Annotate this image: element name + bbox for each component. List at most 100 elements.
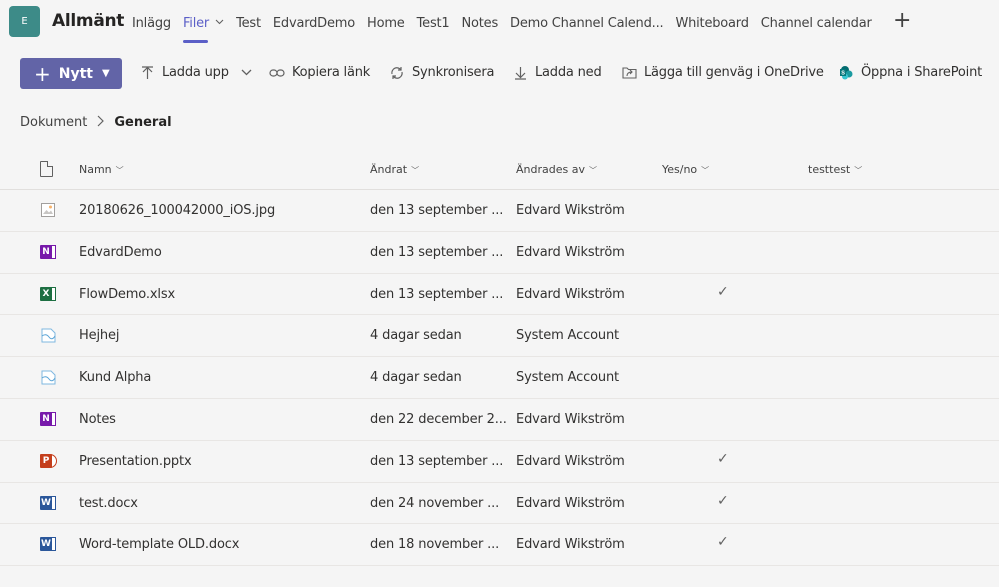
list-file-icon xyxy=(40,327,57,344)
column-header-modified-by[interactable]: Ändrades av ﹀ xyxy=(516,163,597,176)
table-row[interactable]: X FlowDemo.xlsx den 13 september ... Edvard… xyxy=(0,274,999,316)
modified-by: Edvard Wikström xyxy=(516,244,625,260)
breadcrumb-current: General xyxy=(114,115,172,130)
tab-demo-channel-calend[interactable]: Demo Channel Calend... xyxy=(504,0,669,46)
list-file-icon xyxy=(40,369,57,386)
add-tab-icon[interactable]: + xyxy=(893,10,911,32)
tab-label: Inlägg xyxy=(132,15,171,31)
modified-by: Edvard Wikström xyxy=(516,495,625,511)
tab-label: Whiteboard xyxy=(675,15,749,31)
checkmark-icon: ✓ xyxy=(717,492,729,509)
add-shortcut-button[interactable]: Lägga till genväg i OneDrive xyxy=(621,65,824,80)
file-list-header: Namn ﹀ Ändrat ﹀ Ändrades av ﹀ Yes/no ﹀ testt… xyxy=(0,148,999,190)
excel-icon: X xyxy=(40,286,57,303)
sync-icon xyxy=(389,66,405,80)
tab-edvarddemo[interactable]: EdvardDemo xyxy=(267,0,361,46)
sync-button[interactable]: Synkronisera xyxy=(389,65,494,80)
file-name[interactable]: Hejhej xyxy=(79,328,119,343)
tab-test[interactable]: Test xyxy=(230,0,267,46)
table-row[interactable]: N EdvardDemo den 13 september ... Edvard Wi… xyxy=(0,232,999,274)
download-label: Ladda ned xyxy=(535,65,602,80)
tab-inl-gg[interactable]: Inlägg xyxy=(126,0,177,46)
table-row[interactable]: W Word-template OLD.docx den 18 november .… xyxy=(0,524,999,567)
chevron-down-icon: ﹀ xyxy=(115,166,124,175)
file-name[interactable]: Kund Alpha xyxy=(79,370,151,385)
column-header-name[interactable]: Namn ﹀ xyxy=(79,163,124,176)
table-row[interactable]: Wtest.docx den 24 november ... Edvard Wiks… xyxy=(0,483,999,525)
download-icon xyxy=(512,66,528,80)
powerpoint-icon: P xyxy=(40,453,57,470)
file-name[interactable]: Notes xyxy=(79,412,116,427)
team-avatar[interactable]: E xyxy=(9,6,40,37)
file-name[interactable]: 20180626_100042000_iOS.jpg xyxy=(79,203,275,218)
tab-label: EdvardDemo xyxy=(272,15,356,31)
tab-whiteboard[interactable]: Whiteboard xyxy=(669,0,754,46)
tab-label: Demo Channel Calend... xyxy=(510,15,664,31)
modified-date: den 18 november ... xyxy=(370,537,500,553)
table-row[interactable]: P Presentation.pptx den 13 september ... Ed… xyxy=(0,441,999,483)
file-list: Namn ﹀ Ändrat ﹀ Ändrades av ﹀ Yes/no ﹀ testt… xyxy=(0,148,999,567)
channel-title: Allmänt xyxy=(52,11,125,31)
modified-date: den 24 november ... xyxy=(370,495,500,511)
modified-date: den 13 september ... xyxy=(370,286,504,302)
column-header-modified-by-label: Ändrades av xyxy=(516,163,585,176)
modified-date: 4 dagar sedan xyxy=(370,328,462,344)
column-header-testtest-label: testtest xyxy=(808,163,851,176)
download-button[interactable]: Ladda ned xyxy=(512,65,602,80)
modified-date: den 13 september ... xyxy=(370,244,504,260)
tab-label: Notes xyxy=(461,15,499,31)
file-name[interactable]: test.docx xyxy=(79,496,138,511)
column-header-name-label: Namn xyxy=(79,163,112,176)
copy-link-button[interactable]: Kopiera länk xyxy=(269,65,370,80)
table-row[interactable]: Kund Alpha 4 dagar sedan System Account xyxy=(0,357,999,399)
column-header-yes-no[interactable]: Yes/no ﹀ xyxy=(662,163,709,176)
column-header-modified-label: Ändrat xyxy=(370,163,408,176)
chevron-down-icon[interactable] xyxy=(215,18,224,28)
modified-by: Edvard Wikström xyxy=(516,411,625,427)
chevron-down-icon: ﹀ xyxy=(588,166,597,175)
command-bar: + Nytt ▼ Ladda upp Kopiera länk Synkroni… xyxy=(0,56,999,92)
file-name[interactable]: EdvardDemo xyxy=(79,245,162,260)
tab-label: Test xyxy=(236,15,261,31)
upload-button[interactable]: Ladda upp xyxy=(139,65,252,80)
tab-home[interactable]: Home xyxy=(361,0,411,46)
modified-date: den 13 september ... xyxy=(370,203,504,218)
tab-filer[interactable]: Filer xyxy=(177,0,230,46)
table-row[interactable]: 20180626_100042000_iOS.jpg den 13 septemb… xyxy=(0,190,999,232)
tab-notes[interactable]: Notes xyxy=(455,0,504,46)
modified-by: Edvard Wikström xyxy=(516,286,625,302)
tab-channel-calendar[interactable]: Channel calendar xyxy=(755,0,878,46)
file-name[interactable]: Presentation.pptx xyxy=(79,454,192,469)
breadcrumb-root[interactable]: Dokument xyxy=(20,115,87,130)
copy-link-label: Kopiera länk xyxy=(292,65,371,80)
column-header-yes-no-label: Yes/no xyxy=(662,163,698,176)
new-button-label: Nytt xyxy=(58,65,93,82)
column-header-testtest[interactable]: testtest ﹀ xyxy=(808,163,862,176)
new-button[interactable]: + Nytt ▼ xyxy=(20,58,122,89)
tab-test1[interactable]: Test1 xyxy=(411,0,456,46)
chevron-down-icon: ﹀ xyxy=(411,166,420,175)
link-icon xyxy=(269,66,285,80)
column-header-modified[interactable]: Ändrat ﹀ xyxy=(370,163,419,176)
tab-label: Test1 xyxy=(416,15,450,31)
image-file-icon xyxy=(40,202,57,219)
tab-label: Filer xyxy=(182,15,210,31)
plus-icon: + xyxy=(34,61,51,86)
file-type-icon[interactable] xyxy=(40,161,53,177)
onenote-icon: N xyxy=(40,244,57,261)
checkmark-icon: ✓ xyxy=(717,450,729,467)
chevron-down-icon: ▼ xyxy=(102,68,110,79)
modified-date: den 22 december 2... xyxy=(370,411,507,427)
file-rows: 20180626_100042000_iOS.jpgden 13 septemb… xyxy=(0,190,999,567)
file-name[interactable]: Word-template OLD.docx xyxy=(79,537,239,552)
open-sharepoint-button[interactable]: S Öppna i SharePoint xyxy=(838,65,982,80)
modified-date: 4 dagar sedan xyxy=(370,370,462,386)
modified-by: Edvard Wikström xyxy=(516,537,625,553)
file-name[interactable]: FlowDemo.xlsx xyxy=(79,287,175,302)
open-sharepoint-label: Öppna i SharePoint xyxy=(861,65,983,80)
onenote-icon: N xyxy=(40,411,57,428)
table-row[interactable]: N Notes den 22 december 2... Edvard Wikströ… xyxy=(0,399,999,441)
breadcrumb: Dokument General xyxy=(20,115,172,130)
table-row[interactable]: Hejhej 4 dagar sedan System Account xyxy=(0,315,999,358)
chevron-down-icon[interactable] xyxy=(241,65,252,80)
